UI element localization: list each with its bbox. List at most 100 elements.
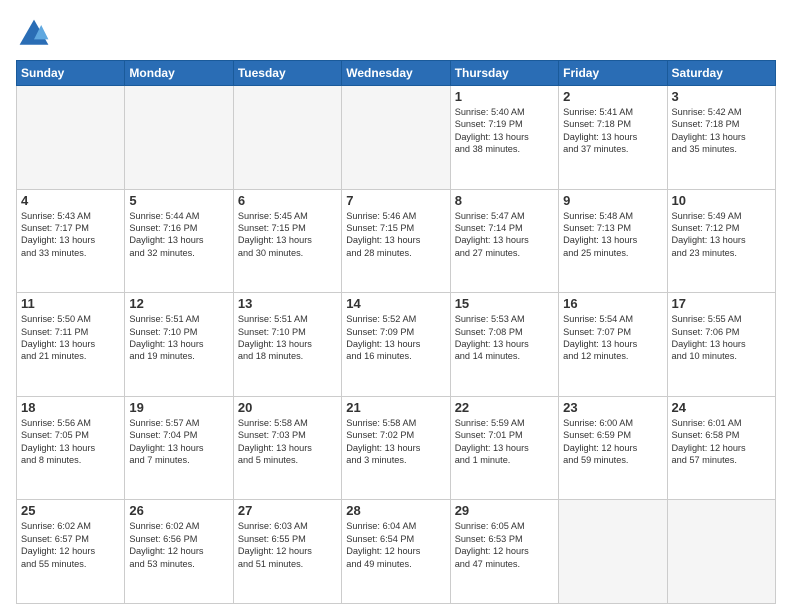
calendar-table: SundayMondayTuesdayWednesdayThursdayFrid… [16,60,776,604]
day-number: 12 [129,296,228,311]
cell-details: Sunrise: 5:57 AM Sunset: 7:04 PM Dayligh… [129,417,228,467]
day-number: 24 [672,400,771,415]
logo-icon [16,16,52,52]
calendar-cell: 21 Sunrise: 5:58 AM Sunset: 7:02 PM Dayli… [342,396,450,500]
calendar-cell: 26 Sunrise: 6:02 AM Sunset: 6:56 PM Dayli… [125,500,233,604]
cell-details: Sunrise: 5:46 AM Sunset: 7:15 PM Dayligh… [346,210,445,260]
cell-details: Sunrise: 5:47 AM Sunset: 7:14 PM Dayligh… [455,210,554,260]
day-number: 22 [455,400,554,415]
calendar-row: 11 Sunrise: 5:50 AM Sunset: 7:11 PM Dayli… [17,293,776,397]
cell-details: Sunrise: 5:58 AM Sunset: 7:02 PM Dayligh… [346,417,445,467]
calendar-cell: 28 Sunrise: 6:04 AM Sunset: 6:54 PM Dayli… [342,500,450,604]
calendar-cell: 25 Sunrise: 6:02 AM Sunset: 6:57 PM Dayli… [17,500,125,604]
day-number: 15 [455,296,554,311]
calendar-cell: 18 Sunrise: 5:56 AM Sunset: 7:05 PM Dayli… [17,396,125,500]
day-number: 20 [238,400,337,415]
day-header-sunday: Sunday [17,61,125,86]
cell-details: Sunrise: 5:44 AM Sunset: 7:16 PM Dayligh… [129,210,228,260]
day-number: 9 [563,193,662,208]
cell-details: Sunrise: 5:42 AM Sunset: 7:18 PM Dayligh… [672,106,771,156]
day-number: 3 [672,89,771,104]
calendar-cell: 15 Sunrise: 5:53 AM Sunset: 7:08 PM Dayli… [450,293,558,397]
day-number: 25 [21,503,120,518]
calendar-row: 25 Sunrise: 6:02 AM Sunset: 6:57 PM Dayli… [17,500,776,604]
calendar-cell: 16Sunrise: 5:54 AM Sunset: 7:07 PM Dayli… [559,293,667,397]
calendar-cell: 17 Sunrise: 5:55 AM Sunset: 7:06 PM Dayli… [667,293,775,397]
cell-details: Sunrise: 5:45 AM Sunset: 7:15 PM Dayligh… [238,210,337,260]
day-number: 4 [21,193,120,208]
page: SundayMondayTuesdayWednesdayThursdayFrid… [0,0,792,612]
calendar-cell: 5 Sunrise: 5:44 AM Sunset: 7:16 PM Daylig… [125,189,233,293]
calendar-cell [233,86,341,190]
day-header-thursday: Thursday [450,61,558,86]
cell-details: Sunrise: 5:53 AM Sunset: 7:08 PM Dayligh… [455,313,554,363]
calendar-cell: 13 Sunrise: 5:51 AM Sunset: 7:10 PM Dayli… [233,293,341,397]
calendar-cell: 20 Sunrise: 5:58 AM Sunset: 7:03 PM Dayli… [233,396,341,500]
calendar-cell: 8 Sunrise: 5:47 AM Sunset: 7:14 PM Daylig… [450,189,558,293]
cell-details: Sunrise: 5:49 AM Sunset: 7:12 PM Dayligh… [672,210,771,260]
day-number: 17 [672,296,771,311]
day-header-tuesday: Tuesday [233,61,341,86]
day-number: 7 [346,193,445,208]
calendar-row: 4Sunrise: 5:43 AM Sunset: 7:17 PM Daylig… [17,189,776,293]
calendar-cell [17,86,125,190]
cell-details: Sunrise: 5:51 AM Sunset: 7:10 PM Dayligh… [238,313,337,363]
calendar-cell: 1 Sunrise: 5:40 AM Sunset: 7:19 PM Daylig… [450,86,558,190]
cell-details: Sunrise: 5:51 AM Sunset: 7:10 PM Dayligh… [129,313,228,363]
calendar-cell: 2 Sunrise: 5:41 AM Sunset: 7:18 PM Daylig… [559,86,667,190]
calendar-cell: 23Sunrise: 6:00 AM Sunset: 6:59 PM Dayli… [559,396,667,500]
calendar-cell: 12 Sunrise: 5:51 AM Sunset: 7:10 PM Dayli… [125,293,233,397]
cell-details: Sunrise: 5:48 AM Sunset: 7:13 PM Dayligh… [563,210,662,260]
calendar-row: 1 Sunrise: 5:40 AM Sunset: 7:19 PM Daylig… [17,86,776,190]
day-number: 5 [129,193,228,208]
day-number: 21 [346,400,445,415]
day-number: 1 [455,89,554,104]
day-header-wednesday: Wednesday [342,61,450,86]
cell-details: Sunrise: 5:41 AM Sunset: 7:18 PM Dayligh… [563,106,662,156]
day-number: 11 [21,296,120,311]
day-number: 8 [455,193,554,208]
calendar-cell [125,86,233,190]
day-number: 6 [238,193,337,208]
calendar-cell: 19Sunrise: 5:57 AM Sunset: 7:04 PM Dayli… [125,396,233,500]
cell-details: Sunrise: 5:50 AM Sunset: 7:11 PM Dayligh… [21,313,120,363]
calendar-cell: 11 Sunrise: 5:50 AM Sunset: 7:11 PM Dayli… [17,293,125,397]
cell-details: Sunrise: 5:52 AM Sunset: 7:09 PM Dayligh… [346,313,445,363]
day-header-monday: Monday [125,61,233,86]
calendar-cell: 10 Sunrise: 5:49 AM Sunset: 7:12 PM Dayli… [667,189,775,293]
calendar-cell [667,500,775,604]
calendar-cell: 27Sunrise: 6:03 AM Sunset: 6:55 PM Dayli… [233,500,341,604]
day-number: 10 [672,193,771,208]
day-number: 28 [346,503,445,518]
cell-details: Sunrise: 6:02 AM Sunset: 6:57 PM Dayligh… [21,520,120,570]
cell-details: Sunrise: 5:58 AM Sunset: 7:03 PM Dayligh… [238,417,337,467]
cell-details: Sunrise: 6:02 AM Sunset: 6:56 PM Dayligh… [129,520,228,570]
day-number: 13 [238,296,337,311]
header [16,16,776,52]
calendar-cell: 14 Sunrise: 5:52 AM Sunset: 7:09 PM Dayli… [342,293,450,397]
calendar-cell: 24 Sunrise: 6:01 AM Sunset: 6:58 PM Dayli… [667,396,775,500]
header-row: SundayMondayTuesdayWednesdayThursdayFrid… [17,61,776,86]
cell-details: Sunrise: 5:56 AM Sunset: 7:05 PM Dayligh… [21,417,120,467]
cell-details: Sunrise: 6:01 AM Sunset: 6:58 PM Dayligh… [672,417,771,467]
day-number: 27 [238,503,337,518]
calendar-cell: 7 Sunrise: 5:46 AM Sunset: 7:15 PM Daylig… [342,189,450,293]
cell-details: Sunrise: 5:55 AM Sunset: 7:06 PM Dayligh… [672,313,771,363]
calendar-cell: 29 Sunrise: 6:05 AM Sunset: 6:53 PM Dayli… [450,500,558,604]
calendar-cell: 4Sunrise: 5:43 AM Sunset: 7:17 PM Daylig… [17,189,125,293]
cell-details: Sunrise: 5:40 AM Sunset: 7:19 PM Dayligh… [455,106,554,156]
calendar-cell: 6 Sunrise: 5:45 AM Sunset: 7:15 PM Daylig… [233,189,341,293]
day-number: 16 [563,296,662,311]
calendar-cell [342,86,450,190]
day-number: 29 [455,503,554,518]
cell-details: Sunrise: 6:05 AM Sunset: 6:53 PM Dayligh… [455,520,554,570]
calendar-row: 18 Sunrise: 5:56 AM Sunset: 7:05 PM Dayli… [17,396,776,500]
cell-details: Sunrise: 5:59 AM Sunset: 7:01 PM Dayligh… [455,417,554,467]
day-number: 18 [21,400,120,415]
day-number: 2 [563,89,662,104]
cell-details: Sunrise: 6:04 AM Sunset: 6:54 PM Dayligh… [346,520,445,570]
day-number: 14 [346,296,445,311]
cell-details: Sunrise: 6:00 AM Sunset: 6:59 PM Dayligh… [563,417,662,467]
calendar-cell: 9 Sunrise: 5:48 AM Sunset: 7:13 PM Daylig… [559,189,667,293]
day-number: 26 [129,503,228,518]
